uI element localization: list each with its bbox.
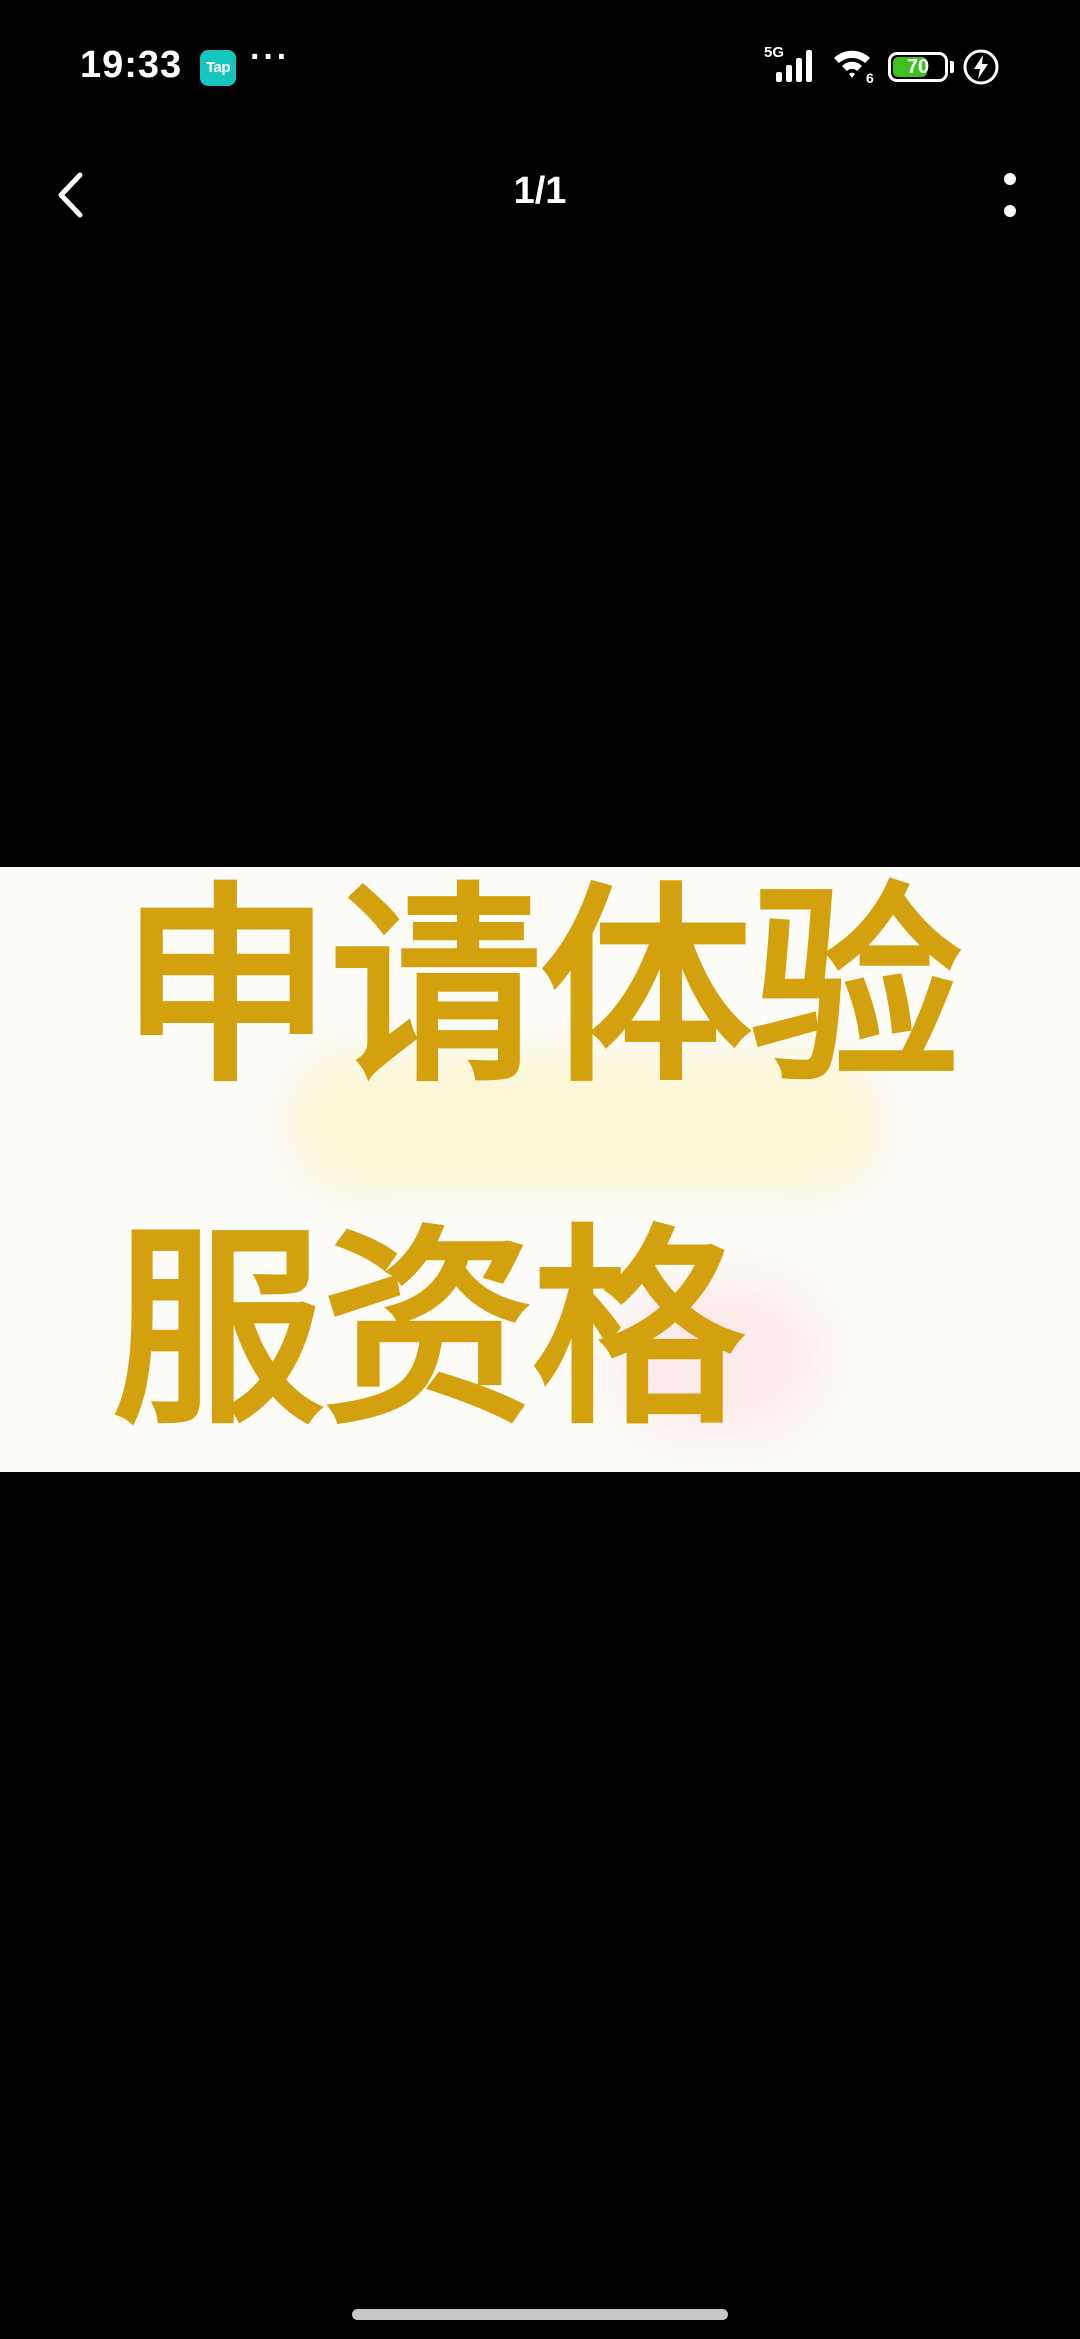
viewer-header: 1/1	[0, 140, 1080, 250]
wifi-generation-label: 6	[866, 70, 874, 86]
signal-icon: 5G	[762, 44, 822, 88]
vertical-dots-icon	[1004, 173, 1016, 217]
status-time: 19:33	[80, 44, 183, 86]
notification-more-indicator: ···	[250, 38, 290, 76]
battery-level-text: 70	[906, 56, 930, 78]
page-counter: 1/1	[513, 170, 567, 212]
battery-icon: 70	[888, 52, 948, 82]
back-button[interactable]	[40, 160, 100, 230]
charging-icon	[962, 48, 1000, 86]
tap-app-icon: Tap	[200, 50, 236, 86]
status-bar: 19:33 Tap ··· 5G 6 70	[0, 0, 1080, 130]
image-text-line-1: 申请体验	[120, 867, 962, 1111]
chevron-left-icon	[58, 172, 83, 218]
battery-cap	[950, 61, 954, 73]
home-indicator[interactable]	[352, 2309, 728, 2320]
wifi-icon: 6	[832, 46, 880, 88]
more-options-button[interactable]	[980, 160, 1040, 230]
viewed-image[interactable]: 申请体验 服资格	[0, 867, 1080, 1472]
network-type-label: 5G	[764, 44, 785, 61]
image-text-line-2: 服资格	[112, 1206, 744, 1453]
